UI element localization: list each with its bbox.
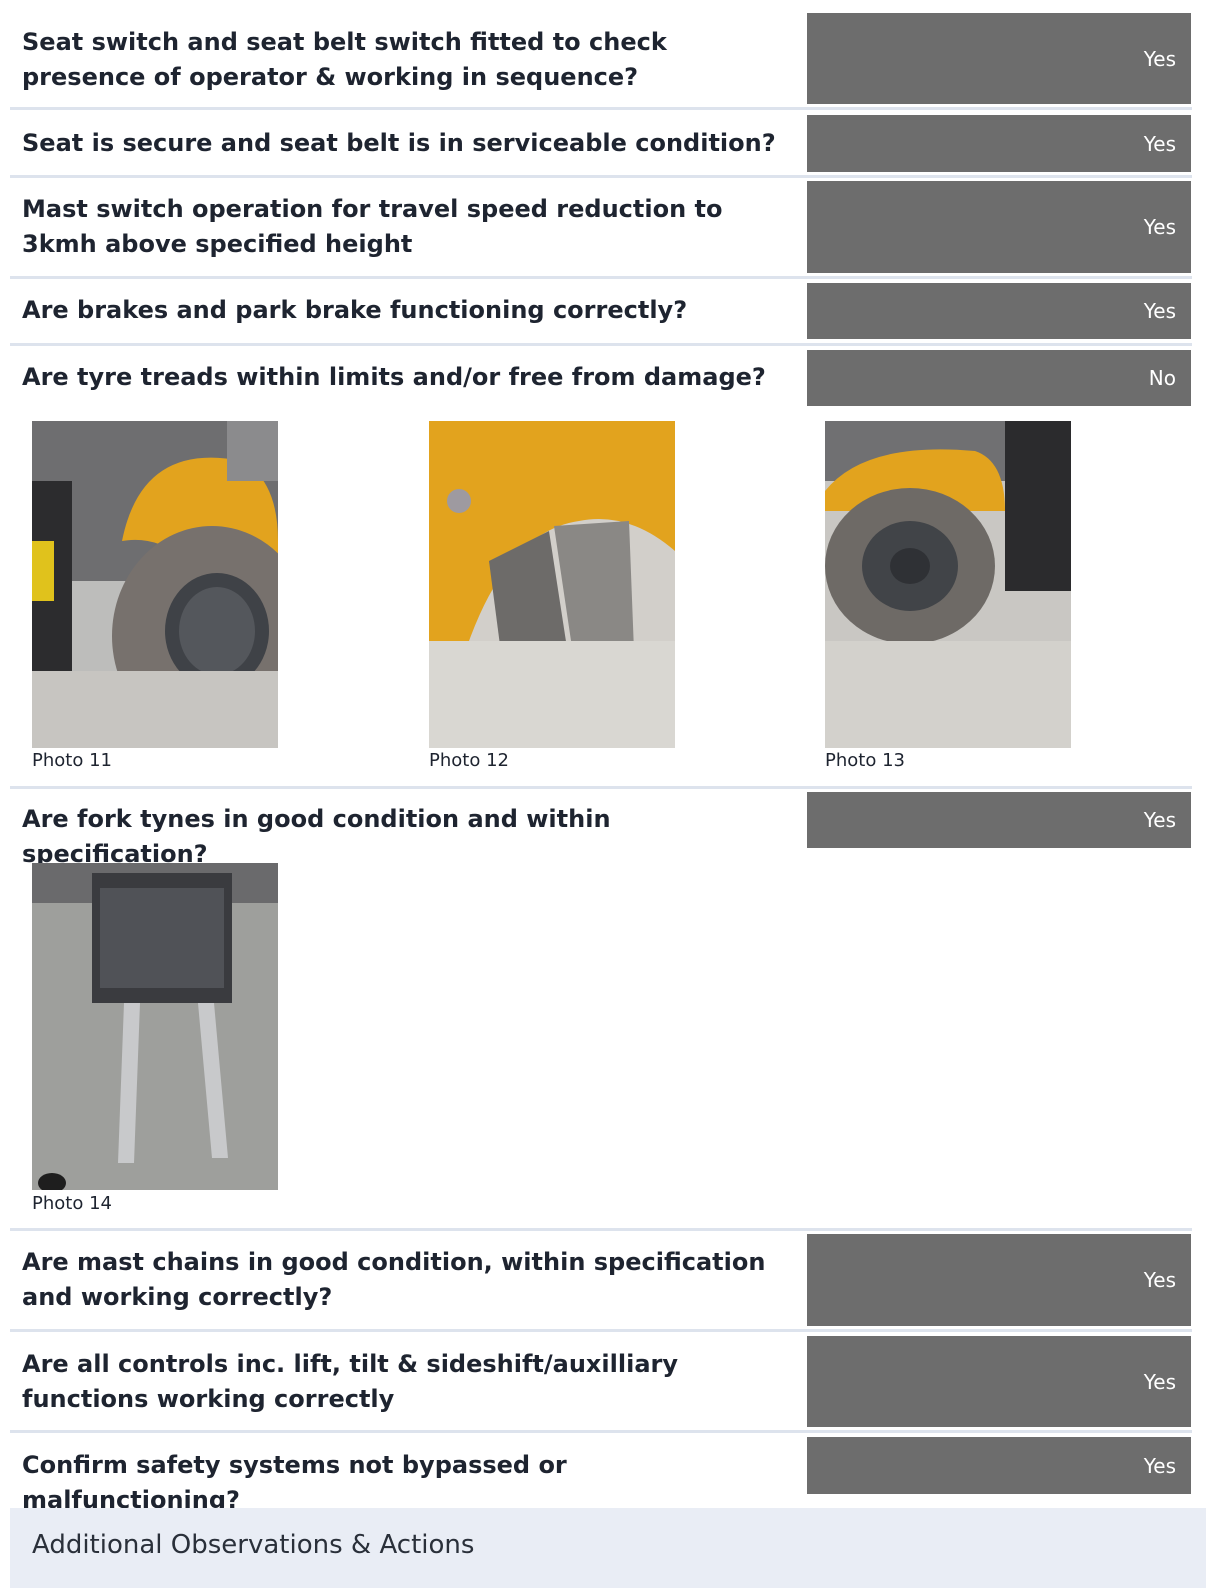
row-divider: [10, 175, 1192, 178]
photo-caption: Photo 12: [429, 750, 509, 771]
photo-caption: Photo 13: [825, 750, 905, 771]
question-text: Seat is secure and seat belt is in servi…: [22, 129, 776, 157]
question-text: Are all controls inc. lift, tilt & sides…: [22, 1350, 678, 1413]
photo-caption: Photo 11: [32, 750, 112, 771]
photo-11-image[interactable]: [32, 421, 278, 748]
answer-badge: No: [807, 350, 1191, 406]
section-title: Additional Observations & Actions: [32, 1530, 475, 1560]
answer-badge: Yes: [807, 283, 1191, 339]
row-divider: [10, 1430, 1192, 1433]
question-text: Seat switch and seat belt switch fitted …: [22, 28, 667, 91]
question-text: Are brakes and park brake functioning co…: [22, 296, 688, 324]
question-text: Are mast chains in good condition, withi…: [22, 1248, 766, 1311]
answer-badge: Yes: [807, 13, 1191, 104]
row-divider: [10, 343, 1192, 346]
answer-badge: Yes: [807, 181, 1191, 273]
photo-13-image[interactable]: [825, 421, 1071, 748]
answer-badge: Yes: [807, 792, 1191, 848]
row-divider: [10, 107, 1192, 110]
row-divider: [10, 786, 1192, 789]
answer-badge: Yes: [807, 115, 1191, 172]
photo-12-image[interactable]: [429, 421, 675, 748]
question-text: Are fork tynes in good condition and wit…: [22, 805, 611, 868]
row-divider: [10, 1228, 1192, 1231]
row-divider: [10, 1329, 1192, 1332]
question-text: Are tyre treads within limits and/or fre…: [22, 363, 766, 391]
answer-badge: Yes: [807, 1437, 1191, 1494]
question-text: Mast switch operation for travel speed r…: [22, 195, 723, 258]
observations-section-header: Additional Observations & Actions: [10, 1508, 1206, 1588]
photo-caption: Photo 14: [32, 1193, 112, 1214]
photo-14-image[interactable]: [32, 863, 278, 1190]
answer-badge: Yes: [807, 1234, 1191, 1326]
row-divider: [10, 276, 1192, 279]
answer-badge: Yes: [807, 1336, 1191, 1427]
